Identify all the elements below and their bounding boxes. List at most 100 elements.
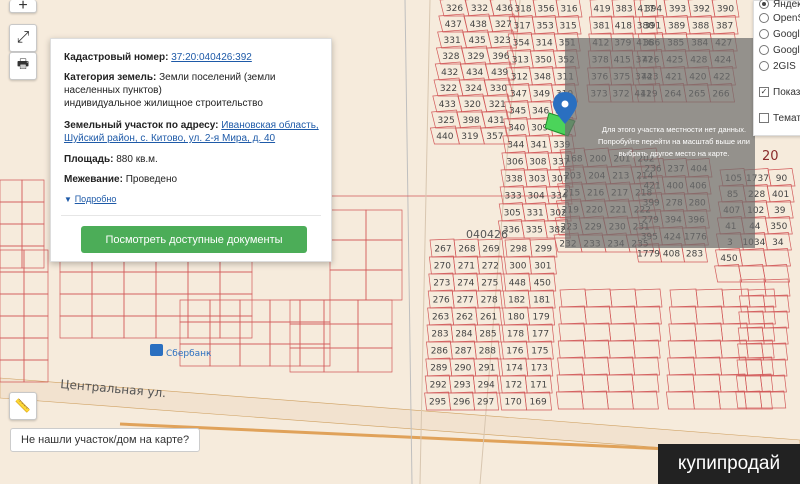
plot-number-label: 326	[446, 4, 463, 14]
plot-number-label: 448	[509, 279, 526, 289]
plot-number-label: 434	[466, 68, 483, 78]
plot-number-label: 318	[514, 5, 531, 15]
details-link[interactable]: Подробно	[75, 194, 117, 204]
plot-number-label: 348	[534, 73, 551, 83]
plot-number-label: 345	[509, 107, 526, 117]
view-documents-button[interactable]: Посмотреть доступные документы	[81, 226, 307, 253]
address-row: Земельный участок по адресу: Ивановская …	[64, 119, 321, 145]
chevron-down-icon: ▼	[64, 195, 72, 204]
plot-number-label: 335	[526, 226, 543, 236]
plot-number-label: 287	[455, 347, 472, 357]
plot-number-label: 344	[507, 141, 524, 151]
fullscreen-button[interactable]: ⤢	[9, 24, 37, 52]
zone-label: 20	[762, 149, 779, 164]
popup-divider	[61, 215, 321, 216]
show-borders-checkbox[interactable]: ✓Показ границ	[759, 85, 800, 99]
plot-number-label: 340	[508, 124, 525, 134]
plot-number-label: 263	[432, 313, 449, 323]
plot-number-label: 278	[481, 296, 498, 306]
plot-number-label: 431	[488, 116, 505, 126]
plot-number-label: 338	[505, 175, 522, 185]
plot-number-label: 291	[478, 364, 495, 374]
layer-option-yandex[interactable]: Яндекс	[759, 0, 800, 11]
plot-number-label: 179	[533, 313, 550, 323]
layer-switcher-panel: Яндекс OpenS Googl Googl 2GIS ✓Показ гра…	[753, 0, 800, 136]
ruler-button[interactable]: 📏	[9, 392, 37, 420]
zoom-in-button[interactable]: +	[9, 0, 37, 14]
plot-number-label: 323	[494, 36, 511, 46]
plot-number-label: 322	[440, 84, 457, 94]
survey-label: Межевание:	[64, 174, 123, 185]
plot-number-label: 333	[505, 192, 522, 202]
plot-number-label: 327	[495, 20, 512, 30]
cadastral-quarter-label: 040426	[466, 228, 508, 241]
bank-label: Сбербанк	[166, 349, 212, 359]
plot-number-label: 330	[490, 84, 507, 94]
plot-number-label: 349	[533, 90, 550, 100]
plot-number-label: 350	[770, 222, 787, 232]
plot-number-label: 439	[491, 68, 508, 78]
layer-option-osm[interactable]: OpenS	[759, 11, 800, 25]
layer-option-google-1[interactable]: Googl	[759, 27, 800, 41]
print-icon: 🖶	[16, 56, 30, 71]
layer-option-google-2[interactable]: Googl	[759, 43, 800, 57]
plot-number-label: 271	[458, 262, 475, 272]
plot-number-label: 273	[433, 279, 450, 289]
plot-number-label: 433	[439, 100, 456, 110]
plot-number-label: 301	[534, 262, 551, 272]
plot-number-label: 177	[532, 330, 549, 340]
plot-number-label: 315	[560, 22, 577, 32]
plot-number-label: 317	[514, 22, 531, 32]
plot-number-label: 297	[477, 398, 494, 408]
plot-number-label: 284	[455, 330, 472, 340]
plot-number-label: 440	[436, 132, 453, 142]
plot-number-label: 450	[534, 279, 551, 289]
plot-number-label: 182	[508, 296, 525, 306]
layer-option-2gis[interactable]: 2GIS	[759, 59, 796, 73]
plot-number-label: 354	[513, 39, 530, 49]
cadastral-number-link[interactable]: 37:20:040426:392	[171, 52, 252, 63]
plot-number-label: 438	[470, 20, 487, 30]
cadastral-row: Кадастровый номер: 37:20:040426:392	[64, 51, 321, 64]
radio-icon	[759, 45, 769, 55]
area-label: Площадь:	[64, 154, 114, 165]
plot-number-label: 401	[772, 190, 789, 200]
not-found-button[interactable]: Не нашли участок/дом на карте?	[10, 428, 201, 452]
plot-number-label: 328	[442, 52, 459, 62]
plot-number-label: 321	[489, 100, 506, 110]
plot-number-label: 269	[482, 245, 499, 255]
area-row: Площадь: 880 кв.м.	[64, 153, 321, 166]
survey-value: Проведено	[125, 174, 178, 185]
plot-number-label: 285	[479, 330, 496, 340]
plot-number-label: 283	[686, 250, 703, 260]
plot-number-label: 275	[481, 279, 498, 289]
radio-icon	[759, 13, 769, 23]
plot-number-label: 39	[774, 206, 786, 216]
plot-number-label: 34	[772, 238, 784, 248]
plot-number-label: 312	[511, 73, 528, 83]
no-data-message: Для этого участка местности нет данных. …	[598, 125, 750, 158]
plot-info-popup: Кадастровый номер: 37:20:040426:392 Кате…	[50, 38, 332, 262]
plot-number-label: 387	[716, 22, 733, 32]
thematic-checkbox[interactable]: Темат	[759, 111, 800, 125]
zoom-in-icon: +	[18, 0, 28, 14]
plot-number-label: 391	[644, 22, 661, 32]
land-use-value: индивидуальное жилищное строительство	[64, 98, 263, 109]
plot-number-label: 295	[429, 398, 446, 408]
plot-number-label: 383	[615, 5, 632, 15]
plot-number-label: 270	[434, 262, 451, 272]
plot-number-label: 388	[692, 22, 709, 32]
plot-number-label: 306	[506, 158, 523, 168]
address-label: Земельный участок по адресу:	[64, 120, 219, 131]
radio-icon	[759, 0, 769, 9]
plot-number-label: 313	[512, 56, 529, 66]
plot-number-label: 389	[668, 22, 685, 32]
plot-number-label: 298	[510, 245, 527, 255]
print-button[interactable]: 🖶	[9, 52, 37, 80]
plot-number-label: 314	[536, 39, 553, 49]
details-toggle[interactable]: ▼ Подробно	[64, 193, 321, 206]
plot-number-label: 450	[720, 254, 737, 264]
plot-number-label: 320	[464, 100, 481, 110]
plot-number-label: 286	[431, 347, 448, 357]
plot-number-label: 346	[532, 107, 549, 117]
